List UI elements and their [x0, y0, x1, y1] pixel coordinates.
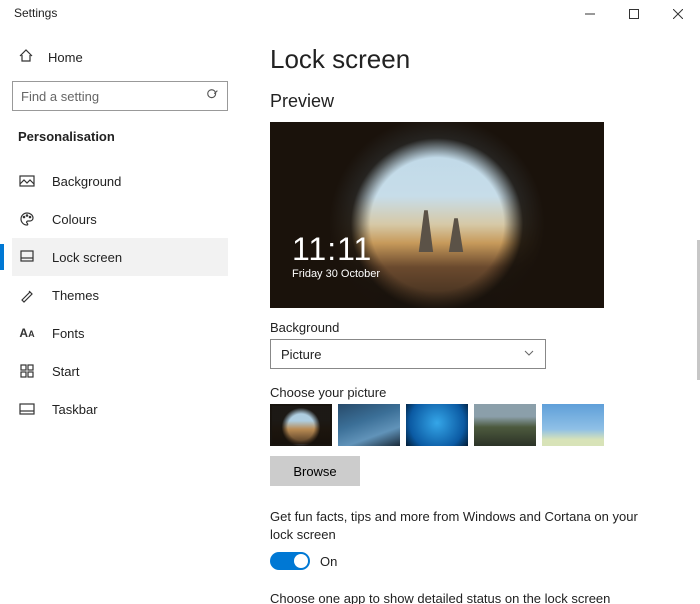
close-button[interactable] — [656, 0, 700, 28]
themes-icon — [18, 287, 36, 303]
detailed-status-label: Choose one app to show detailed status o… — [270, 590, 650, 604]
fun-facts-label: Get fun facts, tips and more from Window… — [270, 508, 650, 544]
search-field[interactable] — [12, 81, 228, 111]
home-nav[interactable]: Home — [12, 40, 228, 81]
search-input[interactable] — [12, 81, 228, 111]
titlebar: Settings — [0, 0, 700, 30]
fonts-icon: AA — [18, 326, 36, 340]
sidebar: Home Personalisation Background Colours … — [0, 30, 240, 604]
page-title: Lock screen — [270, 44, 652, 75]
picture-thumb-2[interactable] — [338, 404, 400, 446]
picture-thumb-4[interactable] — [474, 404, 536, 446]
search-icon — [206, 88, 220, 105]
lock-screen-preview: 11:11 Friday 30 October — [270, 122, 604, 308]
toggle-state-label: On — [320, 554, 337, 569]
palette-icon — [18, 211, 36, 227]
home-icon — [18, 48, 34, 67]
picture-thumb-1[interactable] — [270, 404, 332, 446]
preview-time: 11:11 — [292, 231, 380, 268]
image-icon — [18, 173, 36, 189]
choose-picture-label: Choose your picture — [270, 385, 652, 400]
taskbar-icon — [18, 401, 36, 417]
sidebar-item-taskbar[interactable]: Taskbar — [12, 390, 228, 428]
picture-thumbnails — [270, 404, 652, 446]
sidebar-item-lock-screen[interactable]: Lock screen — [12, 238, 228, 276]
home-label: Home — [48, 50, 83, 65]
sidebar-item-themes[interactable]: Themes — [12, 276, 228, 314]
sidebar-item-background[interactable]: Background — [12, 162, 228, 200]
sidebar-item-colours[interactable]: Colours — [12, 200, 228, 238]
category-heading: Personalisation — [12, 129, 228, 162]
main-content: Lock screen Preview 11:11 Friday 30 Octo… — [240, 30, 700, 604]
minimize-button[interactable] — [568, 0, 612, 28]
chevron-down-icon — [523, 347, 535, 362]
sidebar-item-fonts[interactable]: AA Fonts — [12, 314, 228, 352]
background-dropdown[interactable]: Picture — [270, 339, 546, 369]
preview-date: Friday 30 October — [292, 268, 380, 280]
maximize-button[interactable] — [612, 0, 656, 28]
fun-facts-toggle[interactable] — [270, 552, 310, 570]
preview-heading: Preview — [270, 91, 652, 112]
lock-screen-icon — [18, 249, 36, 265]
window-title: Settings — [0, 0, 57, 20]
browse-button[interactable]: Browse — [270, 456, 360, 486]
sidebar-item-start[interactable]: Start — [12, 352, 228, 390]
picture-thumb-5[interactable] — [542, 404, 604, 446]
picture-thumb-3[interactable] — [406, 404, 468, 446]
start-icon — [18, 363, 36, 379]
background-label: Background — [270, 320, 652, 335]
background-value: Picture — [281, 347, 321, 362]
